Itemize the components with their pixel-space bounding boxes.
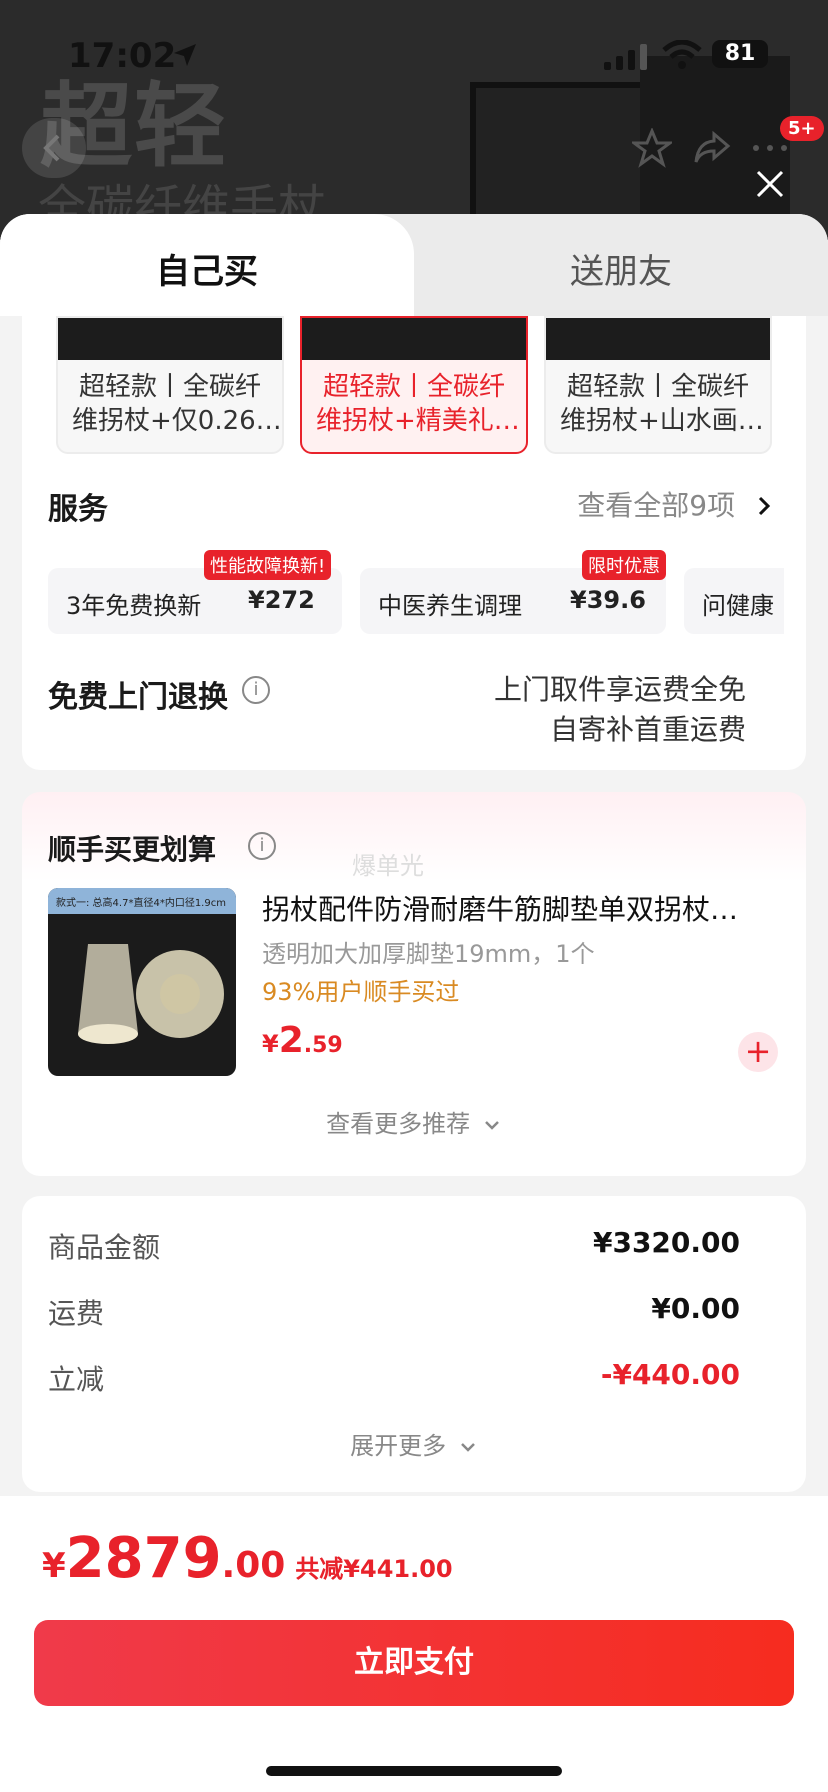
star-favorite-icon[interactable] bbox=[632, 128, 672, 168]
addon-product-spec: 透明加大加厚脚垫19mm，1个 bbox=[262, 940, 595, 968]
share-icon[interactable] bbox=[692, 128, 732, 168]
view-all-services-link[interactable]: 查看全部9项 bbox=[577, 484, 776, 524]
sku-option-1[interactable]: 超轻款丨全碳纤 维拐杖+仅0.26… bbox=[56, 316, 284, 454]
message-badge: 5+ bbox=[780, 116, 824, 141]
sku-thumbnail bbox=[546, 318, 770, 360]
sku-label-line1: 超轻款丨全碳纤 bbox=[78, 372, 261, 402]
tab-self-buy[interactable]: 自己买 bbox=[0, 214, 414, 316]
addon-title: 顺手买更划算 bbox=[48, 833, 217, 866]
chevron-left-icon bbox=[43, 134, 60, 162]
tab-self-label: 自己买 bbox=[156, 252, 258, 292]
service-name: 中医养生调理 bbox=[378, 592, 522, 620]
sku-label-line2: 维拐杖+仅0.26… bbox=[72, 406, 282, 436]
sku-thumbnail bbox=[58, 318, 282, 360]
service-price: ¥272 bbox=[248, 586, 315, 614]
chevron-down-icon bbox=[484, 1121, 499, 1130]
view-all-label: 查看全部9项 bbox=[577, 489, 736, 522]
expand-more-label: 展开更多 bbox=[350, 1432, 447, 1460]
service-tag: 性能故障换新! bbox=[204, 550, 332, 580]
info-icon[interactable]: i bbox=[248, 832, 276, 860]
chevron-right-icon bbox=[758, 496, 771, 516]
battery-indicator: 81 bbox=[712, 40, 768, 68]
addon-product-name[interactable]: 拐杖配件防滑耐磨牛筋脚垫单双拐杖… bbox=[262, 888, 792, 928]
free-return-title: 免费上门退换 bbox=[48, 680, 228, 715]
price-decimal: .59 bbox=[303, 1033, 343, 1058]
addon-price: ¥2.59 bbox=[262, 1020, 343, 1061]
tab-gift[interactable]: 送朋友 bbox=[570, 244, 672, 293]
addon-card: 顺手买更划算 i 爆单光 款式一: 总高4.7*直径4*内口径1.9cm 拐杖配… bbox=[22, 792, 806, 1176]
more-recommendations-link[interactable]: 查看更多推荐 bbox=[22, 1104, 806, 1139]
service-name: 问健康 bbox=[702, 592, 774, 620]
sku-thumbnail bbox=[302, 318, 526, 360]
goods-amount-value: ¥3320.00 bbox=[592, 1226, 740, 1259]
sku-label-line2: 维拐杖+山水画… bbox=[560, 406, 764, 436]
service-chip-health[interactable]: 问健康 bbox=[684, 568, 784, 634]
service-tag: 限时优惠 bbox=[582, 550, 666, 580]
total-integer: 2879 bbox=[65, 1526, 222, 1591]
sku-option-2-selected[interactable]: 超轻款丨全碳纤 维拐杖+精美礼… bbox=[300, 316, 528, 454]
more-recommendations-label: 查看更多推荐 bbox=[326, 1110, 471, 1138]
options-card: 超轻款丨全碳纤 维拐杖+仅0.26… 超轻款丨全碳纤 维拐杖+精美礼… 超轻款丨… bbox=[22, 316, 806, 770]
back-button[interactable] bbox=[22, 118, 86, 178]
pay-now-button[interactable]: 立即支付 bbox=[34, 1620, 794, 1706]
info-icon[interactable]: i bbox=[242, 676, 270, 704]
discount-label: 立减 bbox=[48, 1363, 105, 1396]
total-savings: 共减¥441.00 bbox=[295, 1555, 453, 1583]
discount-value: -¥440.00 bbox=[600, 1358, 740, 1391]
status-time: 17:02 bbox=[68, 36, 177, 76]
service-chip-tcm[interactable]: 中医养生调理 ¥39.6 限时优惠 bbox=[360, 550, 666, 634]
total-currency: ¥ bbox=[42, 1546, 66, 1586]
shipping-label: 运费 bbox=[48, 1297, 105, 1330]
addon-buy-rate: 93%用户顺手买过 bbox=[262, 978, 460, 1006]
price-currency: ¥ bbox=[262, 1030, 279, 1058]
chevron-down-icon bbox=[460, 1443, 475, 1452]
sku-label-line1: 超轻款丨全碳纤 bbox=[322, 372, 505, 402]
sku-label-line2: 维拐杖+精美礼… bbox=[316, 406, 520, 436]
goods-amount-label: 商品金额 bbox=[48, 1231, 161, 1264]
status-bar: 17:02 81 bbox=[0, 0, 828, 100]
return-self-ship-text: 自寄补首重运费 bbox=[549, 713, 746, 746]
checkout-bar: ¥2879.00 共减¥441.00 立即支付 bbox=[0, 1496, 828, 1792]
service-price: ¥39.6 bbox=[570, 586, 646, 614]
total-decimal: .00 bbox=[221, 1545, 286, 1586]
home-indicator[interactable] bbox=[266, 1766, 562, 1776]
price-summary-card: 商品金额 ¥3320.00 运费 ¥0.00 立减 -¥440.00 展开更多 bbox=[22, 1196, 806, 1492]
shipping-value: ¥0.00 bbox=[651, 1292, 740, 1325]
expand-more-link[interactable]: 展开更多 bbox=[22, 1426, 806, 1461]
addon-product-image[interactable]: 款式一: 总高4.7*直径4*内口径1.9cm bbox=[48, 888, 236, 1076]
rubber-tip-image bbox=[78, 944, 224, 1044]
product-image-caption: 款式一: 总高4.7*直径4*内口径1.9cm bbox=[48, 888, 236, 914]
service-title: 服务 bbox=[48, 492, 108, 527]
price-integer: 2 bbox=[278, 1020, 304, 1061]
add-addon-button[interactable]: + bbox=[738, 1032, 778, 1072]
wifi-icon bbox=[662, 40, 702, 69]
addon-watermark: 爆单光 bbox=[352, 852, 424, 880]
total-price: ¥2879.00 共减¥441.00 bbox=[42, 1526, 453, 1591]
location-arrow-icon bbox=[174, 44, 196, 66]
cellular-signal-icon bbox=[604, 44, 647, 70]
service-chip-replace[interactable]: 3年免费换新 ¥272 性能故障换新! bbox=[48, 550, 342, 634]
sku-option-3[interactable]: 超轻款丨全碳纤 维拐杖+山水画… bbox=[544, 316, 772, 454]
return-pickup-text: 上门取件享运费全免 bbox=[493, 673, 746, 706]
purchase-tabs: 自己买 送朋友 bbox=[0, 214, 828, 316]
service-name: 3年免费换新 bbox=[66, 592, 202, 620]
sku-label-line1: 超轻款丨全碳纤 bbox=[566, 372, 749, 402]
close-icon[interactable] bbox=[752, 166, 788, 202]
